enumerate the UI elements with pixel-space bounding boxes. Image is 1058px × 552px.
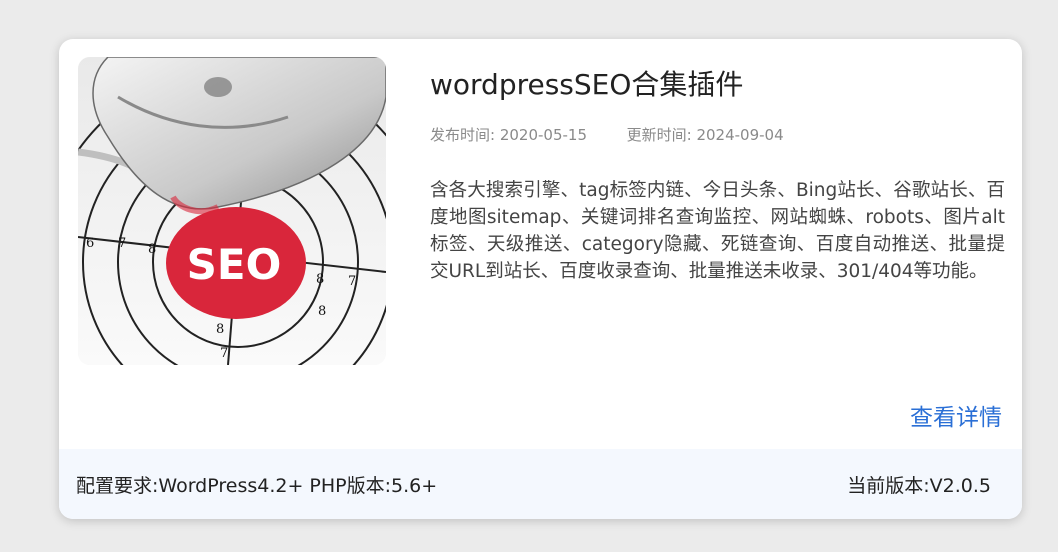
version-text: 当前版本:V2.0.5: [847, 475, 991, 497]
svg-text:8: 8: [318, 304, 326, 319]
plugin-thumbnail[interactable]: 6 7 8 8 7 8 8 7 SEO: [78, 57, 386, 365]
svg-text:8: 8: [148, 242, 156, 257]
plugin-description: 含各大搜索引擎、tag标签内链、今日头条、Bing站长、谷歌站长、百度地图sit…: [430, 180, 1005, 282]
plugin-title[interactable]: wordpressSEO合集插件: [430, 63, 743, 103]
svg-text:7: 7: [348, 274, 356, 289]
requirements-text: 配置要求:WordPress4.2+ PHP版本:5.6+: [76, 475, 438, 497]
plugin-footer: 配置要求:WordPress4.2+ PHP版本:5.6+ 当前版本:V2.0.…: [59, 449, 1022, 519]
plugin-card: 6 7 8 8 7 8 8 7 SEO wordpressSEO合集插件 发布时…: [59, 39, 1022, 519]
publish-date: 2020-05-15: [499, 126, 588, 144]
svg-text:7: 7: [220, 346, 228, 361]
view-details-link[interactable]: 查看详情: [910, 398, 1002, 432]
svg-text:7: 7: [118, 236, 126, 251]
svg-text:6: 6: [86, 236, 94, 251]
svg-text:8: 8: [316, 272, 324, 287]
publish-label: 发布时间:: [430, 126, 496, 144]
update-label: 更新时间:: [626, 126, 692, 144]
seo-badge-text: SEO: [187, 240, 282, 289]
update-date: 2024-09-04: [696, 126, 784, 144]
svg-text:8: 8: [216, 322, 224, 337]
mouse-target-image: 6 7 8 8 7 8 8 7 SEO: [78, 57, 386, 365]
plugin-dates: 发布时间: 2020-05-15 更新时间: 2024-09-04: [430, 124, 784, 145]
